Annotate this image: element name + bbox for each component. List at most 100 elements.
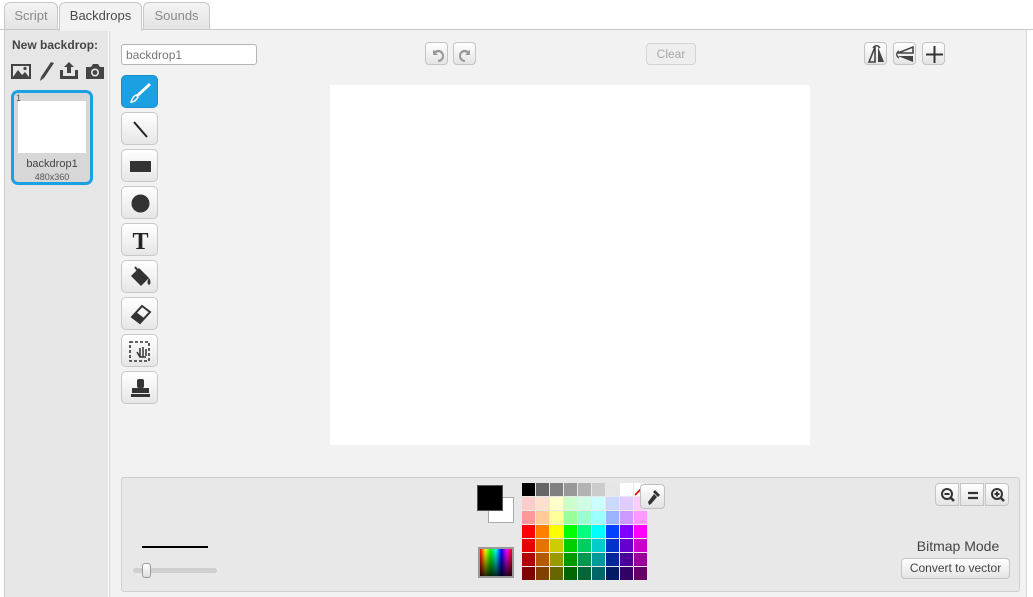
zoom-out-icon bbox=[941, 488, 955, 502]
palette-color-swatch[interactable] bbox=[522, 567, 535, 580]
palette-color-swatch[interactable] bbox=[606, 567, 619, 580]
palette-color-swatch[interactable] bbox=[564, 539, 577, 552]
palette-color-swatch[interactable] bbox=[634, 539, 647, 552]
backdrop-name-field[interactable] bbox=[121, 44, 257, 65]
palette-color-swatch[interactable] bbox=[620, 567, 633, 580]
flip-vertical-button[interactable] bbox=[893, 42, 916, 65]
palette-color-swatch[interactable] bbox=[578, 553, 591, 566]
backdrop-thumbnail[interactable]: 1 backdrop1 480x360 bbox=[11, 90, 93, 185]
rectangle-tool[interactable] bbox=[121, 149, 158, 182]
palette-color-swatch[interactable] bbox=[578, 525, 591, 538]
palette-color-swatch[interactable] bbox=[620, 525, 633, 538]
paint-canvas[interactable] bbox=[330, 85, 810, 445]
select-tool[interactable] bbox=[121, 334, 158, 367]
palette-color-swatch[interactable] bbox=[634, 511, 647, 524]
palette-color-swatch[interactable] bbox=[550, 525, 563, 538]
palette-color-swatch[interactable] bbox=[578, 539, 591, 552]
palette-color-swatch[interactable] bbox=[564, 525, 577, 538]
palette-color-swatch[interactable] bbox=[564, 567, 577, 580]
redo-button[interactable] bbox=[453, 42, 476, 65]
line-width-slider-handle[interactable] bbox=[141, 563, 151, 578]
palette-color-swatch[interactable] bbox=[634, 525, 647, 538]
palette-color-swatch[interactable] bbox=[550, 483, 563, 496]
tab-script[interactable]: Script bbox=[4, 2, 58, 30]
palette-color-swatch[interactable] bbox=[620, 483, 633, 496]
palette-color-swatch[interactable] bbox=[564, 553, 577, 566]
zoom-reset-button[interactable] bbox=[960, 483, 984, 506]
zoom-out-button[interactable] bbox=[935, 483, 959, 506]
palette-color-swatch[interactable] bbox=[522, 525, 535, 538]
palette-color-swatch[interactable] bbox=[536, 497, 549, 510]
palette-color-swatch[interactable] bbox=[620, 511, 633, 524]
convert-to-vector-button[interactable]: Convert to vector bbox=[901, 558, 1010, 579]
color-spectrum-picker[interactable] bbox=[478, 547, 514, 578]
line-tool[interactable] bbox=[121, 112, 158, 145]
palette-color-swatch[interactable] bbox=[592, 553, 605, 566]
palette-color-swatch[interactable] bbox=[564, 511, 577, 524]
palette-color-swatch[interactable] bbox=[522, 553, 535, 566]
palette-color-swatch[interactable] bbox=[592, 483, 605, 496]
palette-color-swatch[interactable] bbox=[522, 539, 535, 552]
zoom-reset-icon bbox=[968, 491, 978, 500]
palette-color-swatch[interactable] bbox=[550, 567, 563, 580]
brush-tool[interactable] bbox=[121, 75, 158, 108]
palette-color-swatch[interactable] bbox=[620, 497, 633, 510]
tab-backdrops[interactable]: Backdrops bbox=[59, 2, 142, 31]
palette-color-swatch[interactable] bbox=[578, 483, 591, 496]
palette-color-swatch[interactable] bbox=[606, 525, 619, 538]
palette-color-swatch[interactable] bbox=[550, 497, 563, 510]
palette-color-swatch[interactable] bbox=[536, 553, 549, 566]
choose-from-library-icon[interactable] bbox=[10, 60, 32, 82]
palette-color-swatch[interactable] bbox=[536, 539, 549, 552]
palette-color-swatch[interactable] bbox=[522, 483, 535, 496]
palette-color-swatch[interactable] bbox=[536, 525, 549, 538]
clear-button[interactable]: Clear bbox=[646, 43, 696, 65]
fill-bucket-icon bbox=[131, 266, 151, 286]
palette-color-swatch[interactable] bbox=[550, 553, 563, 566]
ellipse-tool[interactable] bbox=[121, 186, 158, 219]
palette-color-swatch[interactable] bbox=[606, 553, 619, 566]
palette-color-swatch[interactable] bbox=[564, 497, 577, 510]
palette-color-swatch[interactable] bbox=[522, 497, 535, 510]
eraser-icon bbox=[130, 304, 152, 325]
palette-color-swatch[interactable] bbox=[592, 511, 605, 524]
primary-color-swatch[interactable] bbox=[477, 485, 503, 511]
palette-color-swatch[interactable] bbox=[536, 511, 549, 524]
palette-color-swatch[interactable] bbox=[536, 483, 549, 496]
palette-color-swatch[interactable] bbox=[634, 553, 647, 566]
palette-color-swatch[interactable] bbox=[522, 511, 535, 524]
line-icon bbox=[133, 121, 148, 138]
palette-color-swatch[interactable] bbox=[634, 567, 647, 580]
palette-color-swatch[interactable] bbox=[578, 511, 591, 524]
upload-file-icon[interactable] bbox=[58, 60, 80, 82]
palette-color-swatch[interactable] bbox=[606, 539, 619, 552]
palette-color-swatch[interactable] bbox=[592, 497, 605, 510]
palette-color-swatch[interactable] bbox=[578, 497, 591, 510]
palette-color-swatch[interactable] bbox=[564, 483, 577, 496]
eyedropper-button[interactable] bbox=[640, 484, 665, 509]
undo-button[interactable] bbox=[425, 42, 448, 65]
flip-horizontal-icon bbox=[867, 45, 884, 63]
palette-color-swatch[interactable] bbox=[592, 525, 605, 538]
palette-color-swatch[interactable] bbox=[606, 497, 619, 510]
palette-color-swatch[interactable] bbox=[578, 567, 591, 580]
palette-color-swatch[interactable] bbox=[620, 539, 633, 552]
palette-color-swatch[interactable] bbox=[550, 539, 563, 552]
palette-color-swatch[interactable] bbox=[606, 511, 619, 524]
zoom-in-button[interactable] bbox=[985, 483, 1009, 506]
palette-color-swatch[interactable] bbox=[592, 567, 605, 580]
fill-tool[interactable] bbox=[121, 260, 158, 293]
palette-color-swatch[interactable] bbox=[550, 511, 563, 524]
stamp-tool[interactable] bbox=[121, 371, 158, 404]
paint-new-icon[interactable] bbox=[35, 60, 57, 82]
eraser-tool[interactable] bbox=[121, 297, 158, 330]
flip-horizontal-button[interactable] bbox=[864, 42, 887, 65]
camera-icon[interactable] bbox=[84, 60, 106, 82]
set-costume-center-button[interactable] bbox=[922, 42, 945, 65]
palette-color-swatch[interactable] bbox=[606, 483, 619, 496]
tab-sounds[interactable]: Sounds bbox=[143, 2, 210, 30]
palette-color-swatch[interactable] bbox=[620, 553, 633, 566]
text-tool[interactable]: T bbox=[121, 223, 158, 256]
palette-color-swatch[interactable] bbox=[592, 539, 605, 552]
palette-color-swatch[interactable] bbox=[536, 567, 549, 580]
